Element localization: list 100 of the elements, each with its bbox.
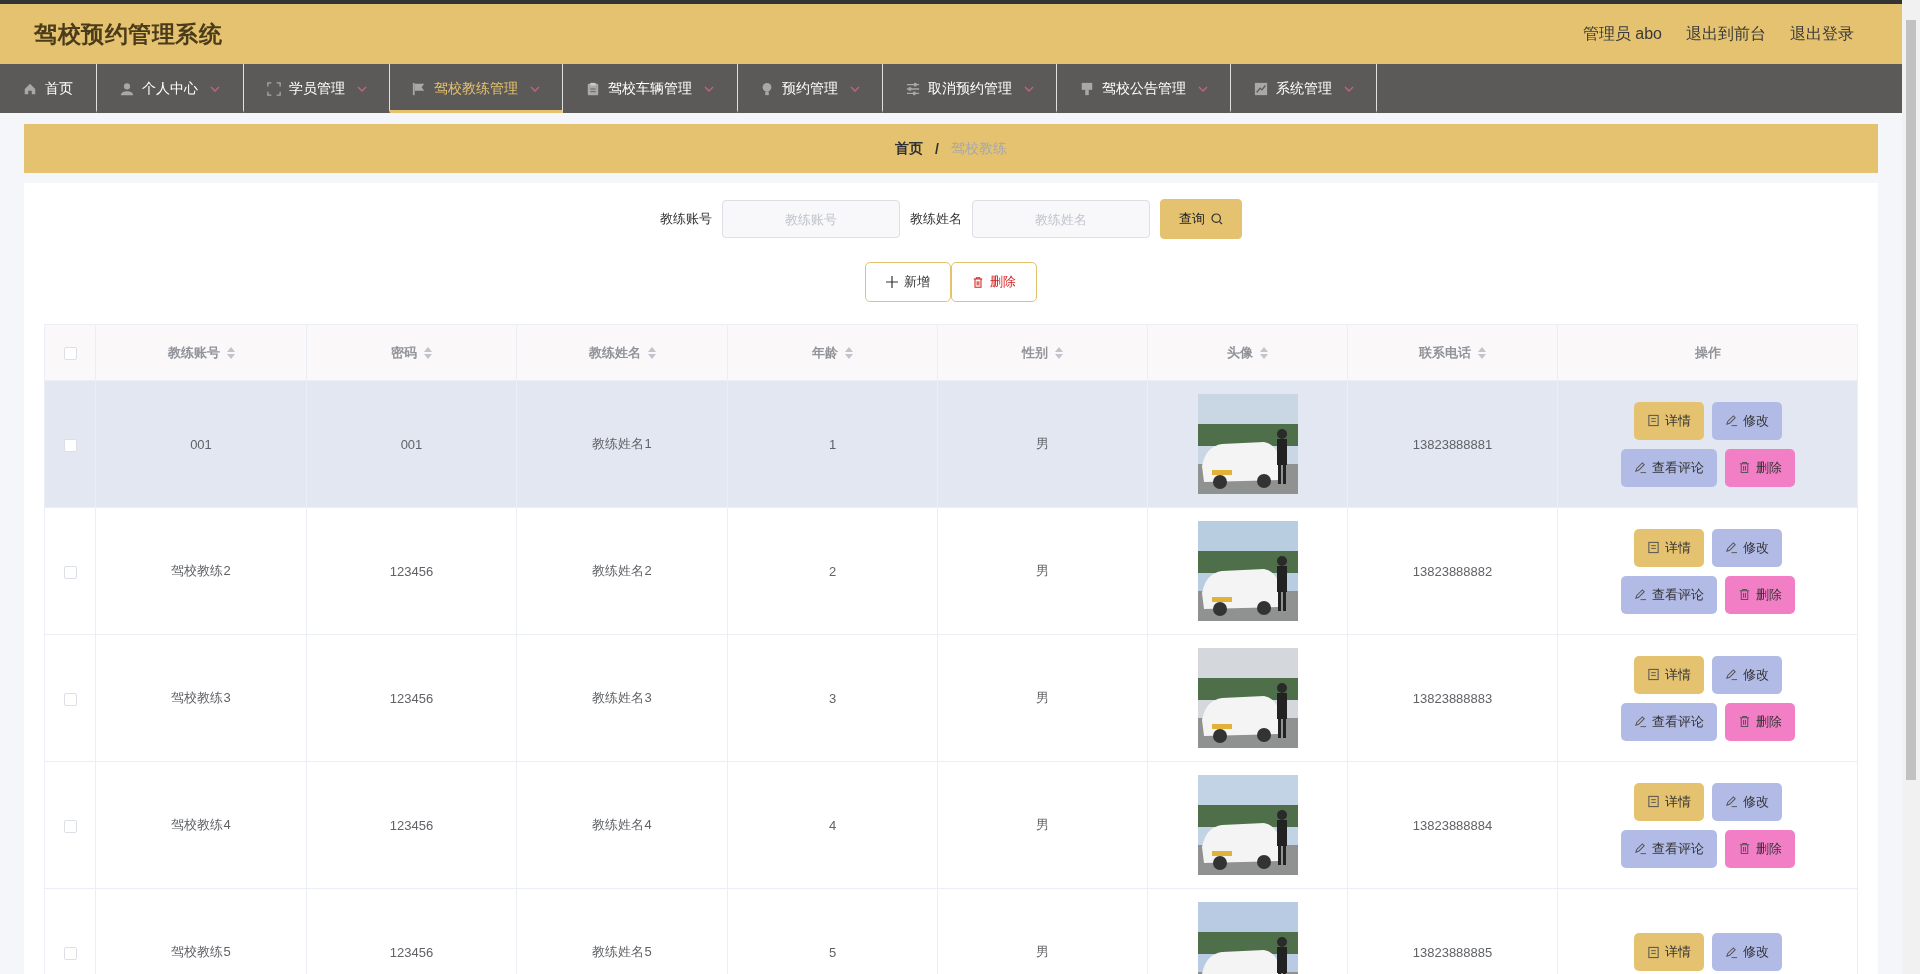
edit-button[interactable]: 修改 bbox=[1711, 401, 1782, 440]
delete-button[interactable]: 删除 bbox=[1724, 575, 1795, 614]
table-cell: 教练姓名3 bbox=[592, 690, 652, 705]
nav-tab[interactable]: 首页 bbox=[0, 64, 97, 113]
nav-tab[interactable]: 驾校公告管理 bbox=[1057, 64, 1231, 113]
table-cell: 教练姓名5 bbox=[592, 944, 652, 959]
table-cell: 2 bbox=[828, 563, 837, 579]
table-cell: 13823888883 bbox=[1412, 690, 1493, 706]
document-icon bbox=[1646, 541, 1660, 554]
checkbox[interactable] bbox=[63, 347, 77, 361]
view-comments-button[interactable]: 查看评论 bbox=[1620, 448, 1717, 487]
document-icon bbox=[1646, 795, 1660, 808]
table-cell: 123456 bbox=[389, 563, 434, 579]
field-label: 教练姓名 bbox=[910, 210, 962, 228]
trash-icon bbox=[1737, 715, 1751, 728]
table-cell: 3 bbox=[828, 690, 837, 706]
table-cell: 驾校教练5 bbox=[171, 944, 231, 959]
table-cell: 驾校教练3 bbox=[171, 690, 231, 705]
delete-button[interactable]: 删除 bbox=[1724, 829, 1795, 868]
table-cell: 001 bbox=[190, 436, 212, 452]
scrollbar[interactable] bbox=[1906, 20, 1916, 780]
trash-icon bbox=[972, 275, 984, 289]
pencil-icon bbox=[1724, 668, 1738, 681]
pencil-icon bbox=[1724, 945, 1738, 959]
sliders-icon bbox=[905, 81, 920, 96]
document-icon bbox=[1646, 945, 1660, 959]
delete-button[interactable]: 删除 bbox=[1724, 702, 1795, 741]
nav-tab[interactable]: 系统管理 bbox=[1231, 64, 1377, 113]
checkbox[interactable] bbox=[63, 819, 77, 833]
nav-tab[interactable]: 驾校教练管理 bbox=[390, 64, 563, 113]
pencil-icon bbox=[1724, 795, 1738, 808]
pencil-icon bbox=[1633, 588, 1647, 601]
delete-button[interactable]: 删除 bbox=[1724, 448, 1795, 487]
nav-tab[interactable]: 驾校车辆管理 bbox=[563, 64, 738, 113]
table-cell: 男 bbox=[1036, 944, 1049, 959]
view-comments-button[interactable]: 查看评论 bbox=[1620, 702, 1717, 741]
table-cell: 男 bbox=[1036, 690, 1049, 705]
table-cell: 123456 bbox=[389, 817, 434, 833]
document-icon bbox=[1646, 668, 1660, 681]
table-cell: 13823888885 bbox=[1412, 944, 1493, 960]
table-cell: 4 bbox=[828, 817, 837, 833]
edit-button[interactable]: 修改 bbox=[1711, 933, 1782, 971]
table-cell: 男 bbox=[1036, 817, 1049, 832]
detail-button[interactable]: 详情 bbox=[1633, 655, 1704, 694]
search-icon bbox=[1211, 213, 1223, 225]
edit-button[interactable]: 修改 bbox=[1711, 782, 1782, 821]
checkbox[interactable] bbox=[63, 565, 77, 579]
bulb-icon bbox=[760, 81, 774, 96]
plus-icon bbox=[886, 276, 898, 288]
field-label: 教练账号 bbox=[660, 210, 712, 228]
table-cell: 教练姓名1 bbox=[592, 436, 652, 451]
checkbox[interactable] bbox=[63, 438, 77, 452]
home-icon bbox=[23, 81, 37, 96]
table-cell: 驾校教练4 bbox=[171, 817, 231, 832]
pencil-icon bbox=[1633, 461, 1647, 474]
breadcrumb-current: 驾校教练 bbox=[950, 139, 1007, 158]
nav-tab[interactable]: 学员管理 bbox=[244, 64, 390, 113]
header-link[interactable]: 退出登录 bbox=[1790, 23, 1854, 45]
pencil-icon bbox=[1724, 414, 1738, 427]
header-link[interactable]: 退出到前台 bbox=[1686, 23, 1766, 45]
detail-button[interactable]: 详情 bbox=[1633, 401, 1704, 440]
frame-icon bbox=[266, 81, 281, 96]
pencil-icon bbox=[1633, 842, 1647, 855]
table-cell: 驾校教练2 bbox=[171, 563, 231, 578]
table-cell: 13823888884 bbox=[1412, 817, 1493, 833]
detail-button[interactable]: 详情 bbox=[1633, 782, 1704, 821]
header-link[interactable]: 管理员 abo bbox=[1582, 23, 1662, 45]
nav-tab[interactable]: 预约管理 bbox=[738, 64, 883, 113]
table-cell: 5 bbox=[828, 944, 837, 960]
table-cell: 男 bbox=[1036, 436, 1049, 451]
table-cell: 1 bbox=[828, 436, 837, 452]
app-title: 驾校预约管理系统 bbox=[34, 19, 223, 49]
checkbox[interactable] bbox=[63, 692, 77, 706]
table-cell: 13823888881 bbox=[1412, 436, 1493, 452]
trash-icon bbox=[1737, 588, 1751, 601]
detail-button[interactable]: 详情 bbox=[1633, 933, 1704, 971]
table-cell: 001 bbox=[400, 436, 423, 452]
table-cell: 123456 bbox=[389, 690, 434, 706]
add-button[interactable]: 新增 bbox=[865, 262, 951, 302]
view-comments-button[interactable]: 查看评论 bbox=[1620, 829, 1717, 868]
trash-icon bbox=[1737, 842, 1751, 855]
nav-tab[interactable]: 取消预约管理 bbox=[883, 64, 1057, 113]
edit-button[interactable]: 修改 bbox=[1711, 528, 1782, 567]
table-cell: 13823888882 bbox=[1412, 563, 1493, 579]
document-icon bbox=[1646, 414, 1660, 427]
table-cell: 男 bbox=[1036, 563, 1049, 578]
detail-button[interactable]: 详情 bbox=[1633, 528, 1704, 567]
breadcrumb-home[interactable]: 首页 bbox=[895, 139, 924, 158]
trash-icon bbox=[1737, 461, 1751, 474]
view-comments-button[interactable]: 查看评论 bbox=[1620, 575, 1717, 614]
checkbox[interactable] bbox=[63, 946, 77, 960]
edit-button[interactable]: 修改 bbox=[1711, 655, 1782, 694]
search-button[interactable]: 查询 bbox=[1160, 199, 1242, 239]
nav-tab[interactable]: 个人中心 bbox=[97, 64, 244, 113]
clipboard-icon bbox=[586, 81, 600, 96]
chart-icon bbox=[1253, 81, 1268, 96]
delete-button[interactable]: 删除 bbox=[951, 262, 1037, 302]
flag-icon bbox=[412, 81, 426, 96]
pencil-icon bbox=[1633, 715, 1647, 728]
pencil-icon bbox=[1724, 541, 1738, 554]
